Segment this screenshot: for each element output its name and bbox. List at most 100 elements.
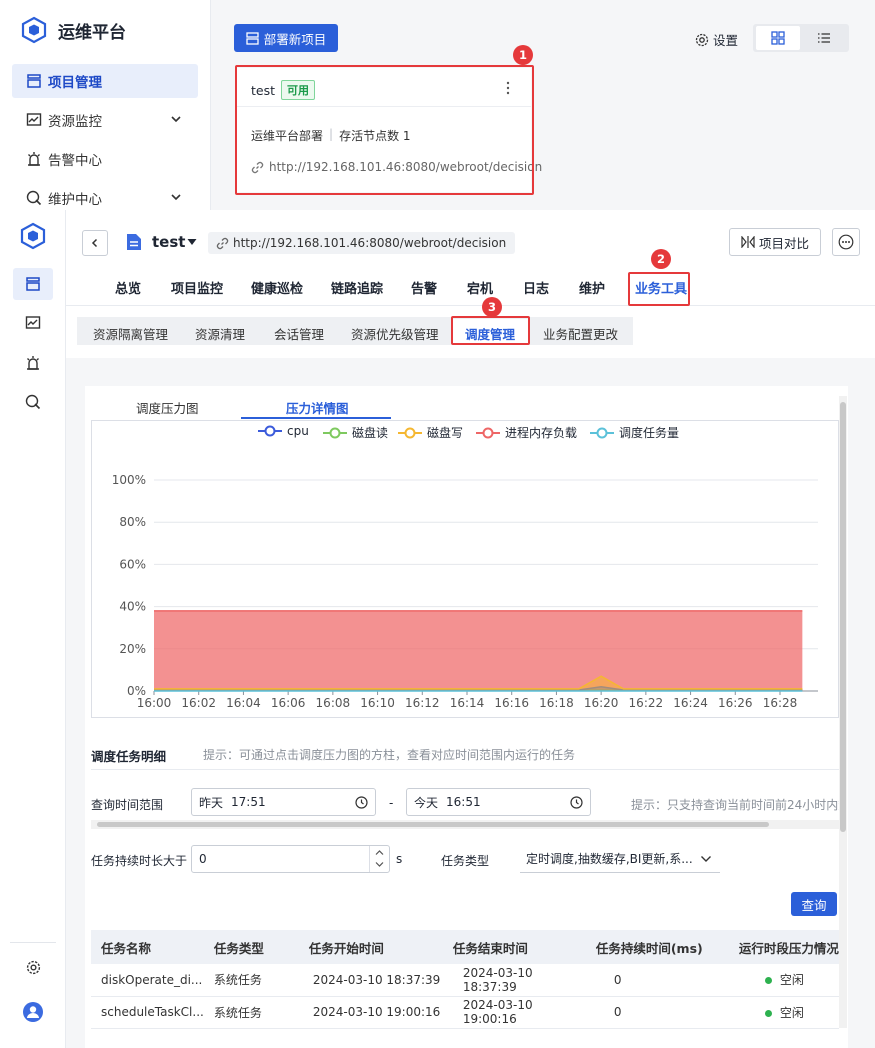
x-tick-label: 16:08 [316, 696, 351, 710]
duration-input[interactable]: 0 [191, 845, 390, 873]
tab-alerts[interactable]: 告警 [411, 278, 437, 297]
tab-downtime[interactable]: 宕机 [467, 278, 493, 297]
x-tick-label: 16:02 [181, 696, 216, 710]
task-type-select[interactable]: 定时调度,抽数缓存,BI更新,系... [520, 845, 720, 873]
col-pressure[interactable]: 运行时段压力情况 [728, 930, 839, 964]
task-detail-header: 调度任务明细 提示：可通过点击调度压力图的方柱，查看对应时间范围内运行的任务 [91, 746, 839, 770]
sidebar-item-project[interactable]: 项目管理 [12, 64, 198, 98]
chart-tab-detail[interactable]: 压力详情图 [286, 398, 349, 417]
start-time-picker[interactable]: 昨天 17:51 [191, 788, 376, 816]
x-tick-label: 16:16 [494, 696, 529, 710]
gear-icon [695, 33, 709, 46]
subtab-resource-isolation[interactable]: 资源隔离管理 [93, 324, 168, 343]
col-start-time[interactable]: 任务开始时间 [298, 930, 443, 964]
x-tick-label: 16:06 [271, 696, 306, 710]
rail-item-maintenance[interactable] [13, 386, 53, 418]
alarm-icon [28, 152, 40, 166]
tab-logs[interactable]: 日志 [523, 278, 549, 297]
callout-badge-2: 2 [651, 249, 671, 269]
chevron-up-icon[interactable] [375, 849, 384, 856]
content-area: 调度压力图 压力详情图 cpu 磁盘读 磁盘写 进程内存负载 调度任务量 0% 20% 40… [66, 358, 875, 1048]
subtab-resource-priority[interactable]: 资源优先级管理 [351, 324, 439, 343]
x-tick-label: 16:10 [360, 696, 395, 710]
cell-pressure: 空闲 [728, 964, 839, 997]
callout-box-1 [235, 65, 534, 195]
vertical-scrollbar[interactable] [839, 396, 847, 1028]
tab-trace[interactable]: 链路追踪 [331, 278, 383, 297]
y-tick-label: 40% [119, 600, 146, 614]
x-tick-label: 16:20 [584, 696, 619, 710]
project-list-screen: 运维平台 项目管理 资源监控 告警中心 维护中心 部署新项目 设置 test 可… [0, 0, 875, 210]
chart-tab-pressure[interactable]: 调度压力图 [136, 398, 199, 417]
x-tick-label: 16:14 [450, 696, 485, 710]
col-task-name[interactable]: 任务名称 [91, 930, 204, 964]
rail-item-project[interactable] [13, 268, 53, 300]
duration-value: 0 [199, 852, 207, 866]
scrollbar-thumb[interactable] [840, 402, 846, 832]
user-avatar-icon [23, 1002, 43, 1022]
compare-label: 项目对比 [758, 235, 809, 251]
sidebar: 运维平台 项目管理 资源监控 告警中心 维护中心 [0, 0, 211, 210]
back-button[interactable] [82, 230, 108, 256]
link-icon [216, 237, 229, 249]
list-view-button[interactable] [802, 26, 846, 50]
sidebar-item-label: 维护中心 [48, 192, 102, 208]
col-end-time[interactable]: 任务结束时间 [442, 930, 586, 964]
caret-down-icon[interactable] [187, 238, 197, 246]
gear-icon [26, 960, 40, 974]
end-time: 16:51 [446, 795, 481, 809]
main-tabs: 总览 项目监控 健康巡检 链路追踪 告警 宕机 日志 维护 业务工具 [66, 266, 875, 306]
query-button[interactable]: 查询 [791, 892, 837, 916]
grid-view-button[interactable] [756, 26, 800, 50]
chart-tab-underline [241, 417, 391, 419]
tab-project-monitor[interactable]: 项目监控 [171, 278, 223, 297]
callout-badge-1: 1 [513, 45, 533, 65]
cell-task-name: diskOperate_di... [91, 964, 204, 997]
rail-avatar[interactable] [13, 996, 53, 1028]
grid-icon [771, 31, 785, 45]
chevron-left-icon [91, 238, 98, 248]
cell-end-time: 2024-03-10 18:37:39 [442, 964, 586, 997]
settings-button[interactable]: 设置 [695, 30, 738, 49]
subtab-resource-cleanup[interactable]: 资源清理 [195, 324, 245, 343]
table-header-row: 任务名称 任务类型 任务开始时间 任务结束时间 任务持续时间(ms) 运行时段压… [91, 930, 839, 964]
task-type-value: 定时调度,抽数缓存,BI更新,系... [526, 852, 693, 866]
tab-overview[interactable]: 总览 [115, 278, 141, 297]
rail-item-monitor[interactable] [13, 307, 53, 339]
tab-maintenance[interactable]: 维护 [579, 278, 605, 297]
collapsed-sidebar [0, 210, 66, 1048]
subtab-session[interactable]: 会话管理 [274, 324, 324, 343]
sidebar-item-monitor[interactable]: 资源监控 [12, 103, 198, 137]
cell-task-name: scheduleTaskCl... [91, 996, 204, 1029]
deploy-label: 部署新项目 [263, 31, 327, 47]
y-tick-label: 100% [112, 473, 146, 487]
project-compare-button[interactable]: 项目对比 [729, 228, 821, 256]
project-url: http://192.168.101.46:8080/webroot/decis… [233, 236, 507, 250]
range-label: 查询时间范围 [91, 798, 164, 812]
maintenance-icon [26, 190, 42, 206]
end-time-picker[interactable]: 今天 16:51 [406, 788, 591, 816]
col-duration[interactable]: 任务持续时间(ms) [585, 930, 729, 964]
sidebar-item-alerts[interactable]: 告警中心 [12, 142, 198, 176]
col-task-type[interactable]: 任务类型 [203, 930, 299, 964]
duration-stepper[interactable] [369, 846, 389, 872]
tab-health-check[interactable]: 健康巡检 [251, 278, 303, 297]
clock-icon [570, 796, 583, 809]
project-url-chip[interactable]: http://192.168.101.46:8080/webroot/decis… [208, 232, 516, 254]
horizontal-scrollbar[interactable] [91, 820, 839, 829]
rail-settings[interactable] [13, 951, 53, 983]
callout-box-2 [628, 272, 690, 306]
scrollbar-thumb[interactable] [97, 822, 769, 827]
start-time: 17:51 [231, 795, 266, 809]
deploy-new-project-button[interactable]: 部署新项目 [234, 24, 338, 52]
chart-svg: 0%20%40%60%80%100%16:00 16:02 16:04 16:06 16… [112, 473, 818, 710]
table-row[interactable]: scheduleTaskCl... 系统任务 2024-03-10 19:00:… [91, 996, 839, 1029]
table-row[interactable]: diskOperate_di... 系统任务 2024-03-10 18:37:… [91, 964, 839, 997]
rail-item-alerts[interactable] [13, 347, 53, 379]
task-detail-title: 调度任务明细 [91, 749, 167, 764]
monitor-chart-icon [25, 316, 41, 329]
chevron-down-icon[interactable] [375, 861, 384, 868]
more-actions-button[interactable] [832, 228, 860, 256]
cell-task-type: 系统任务 [203, 964, 299, 997]
subtab-business-config[interactable]: 业务配置更改 [543, 324, 618, 343]
